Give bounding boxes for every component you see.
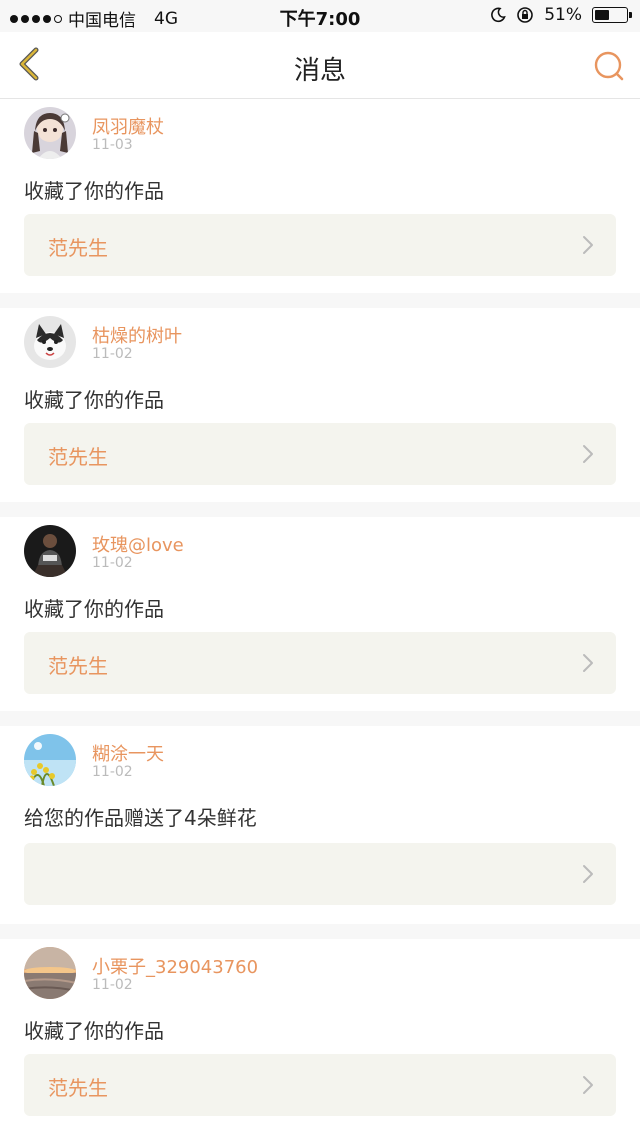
username[interactable]: 小栗子_329043760 (92, 953, 258, 979)
notification-message: 收藏了你的作品 (24, 597, 164, 621)
chevron-right-icon (583, 236, 593, 254)
avatar[interactable] (24, 316, 76, 368)
notification-message: 收藏了你的作品 (24, 179, 164, 203)
battery-percentage: 51% (544, 5, 582, 25)
nav-bar: 消息 (0, 32, 640, 99)
avatar[interactable] (24, 107, 76, 159)
notification-date: 11-03 (92, 137, 133, 153)
notification-item: 玫瑰@love 11-02 收藏了你的作品 范先生 (0, 517, 640, 711)
notification-item: 小栗子_329043760 11-02 收藏了你的作品 范先生 (0, 939, 640, 1133)
work-title: 范先生 (48, 1076, 108, 1100)
notification-message: 给您的作品赠送了4朵鲜花 (24, 806, 257, 830)
notification-date: 11-02 (92, 346, 133, 362)
work-link[interactable]: 范先生 (24, 423, 616, 485)
battery-fill (595, 10, 609, 20)
work-link[interactable]: 范先生 (24, 1054, 616, 1116)
work-link[interactable]: 范先生 (24, 214, 616, 276)
notification-list: 凤羽魔杖 11-03 收藏了你的作品 范先生 枯燥的树叶 11-02 收藏了你的… (0, 99, 640, 1133)
notification-item: 糊涂一天 11-02 给您的作品赠送了4朵鲜花 (0, 726, 640, 920)
chevron-right-icon (583, 865, 593, 883)
notification-message: 收藏了你的作品 (24, 388, 164, 412)
divider (0, 924, 640, 939)
username[interactable]: 玫瑰@love (92, 531, 184, 557)
work-title: 范先生 (48, 236, 108, 260)
username[interactable]: 枯燥的树叶 (92, 322, 182, 348)
page-title: 消息 (293, 56, 346, 86)
work-title: 范先生 (48, 654, 108, 678)
work-title: 范先生 (48, 445, 108, 469)
username[interactable]: 凤羽魔杖 (92, 113, 164, 139)
divider (0, 502, 640, 517)
status-bar: 中国电信 4G 下午7:00 51% (0, 0, 640, 32)
notification-message: 收藏了你的作品 (24, 1019, 164, 1043)
notification-date: 11-02 (92, 977, 133, 993)
status-right: 51% (490, 5, 632, 25)
rotation-lock-icon (517, 7, 534, 23)
notification-date: 11-02 (92, 555, 133, 571)
notification-date: 11-02 (92, 764, 133, 780)
avatar[interactable] (24, 734, 76, 786)
notification-item: 枯燥的树叶 11-02 收藏了你的作品 范先生 (0, 308, 640, 502)
divider (0, 293, 640, 308)
username[interactable]: 糊涂一天 (92, 740, 164, 766)
avatar[interactable] (24, 947, 76, 999)
moon-icon (491, 7, 506, 23)
chevron-right-icon (583, 1076, 593, 1094)
chevron-right-icon (583, 654, 593, 672)
search-icon[interactable] (592, 49, 626, 83)
work-link[interactable] (24, 843, 616, 905)
chevron-right-icon (583, 445, 593, 463)
battery-icon (592, 7, 632, 23)
avatar[interactable] (24, 525, 76, 577)
work-link[interactable]: 范先生 (24, 632, 616, 694)
divider (0, 711, 640, 726)
notification-item: 凤羽魔杖 11-03 收藏了你的作品 范先生 (0, 99, 640, 293)
